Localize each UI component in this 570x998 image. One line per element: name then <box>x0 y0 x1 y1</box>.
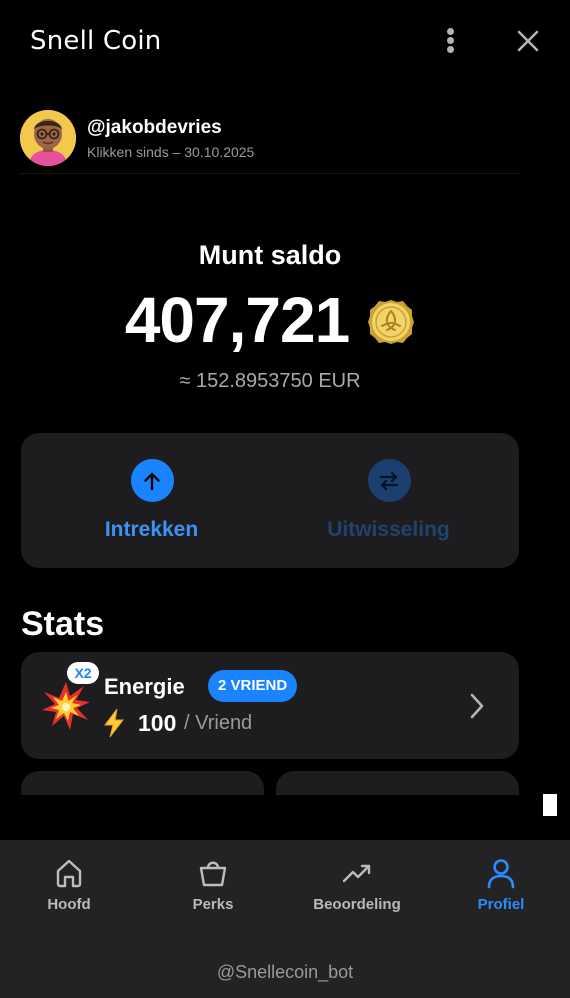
stats-title: Stats <box>21 605 105 643</box>
bottom-nav: Hoofd Perks Beoordeling Profiel @Snellec… <box>0 840 570 998</box>
avatar-image <box>20 110 76 166</box>
username: @jakobdevries <box>87 117 222 138</box>
dot <box>447 37 454 44</box>
stat-card-right[interactable] <box>276 771 519 795</box>
energy-card[interactable]: X2 Energie 2 VRIEND 100 / Vriend <box>21 652 519 759</box>
app-title: Snell Coin <box>30 26 162 56</box>
energy-title: Energie <box>104 674 185 699</box>
home-icon <box>56 859 82 888</box>
withdraw-label: Intrekken <box>104 518 199 541</box>
exchange-label: Uitwisseling <box>327 518 450 541</box>
dot <box>447 46 454 53</box>
profile-row: @jakobdevries Klikken sinds – 30.10.2025 <box>20 110 520 174</box>
exchange-arrows-icon <box>379 471 399 490</box>
close-icon <box>517 30 539 52</box>
app-header: Snell Coin <box>0 0 570 84</box>
member-since: Klikken sinds – 30.10.2025 <box>87 144 255 160</box>
collision-icon <box>42 682 90 730</box>
chevron-right-icon <box>470 693 484 719</box>
nav-item-ranking[interactable]: Beoordeling <box>286 840 428 940</box>
nav-label-home: Hoofd <box>47 896 91 913</box>
coin-icon <box>368 300 415 344</box>
more-options-button[interactable] <box>440 26 460 54</box>
eur-equivalent: ≈ 152.8953750 EUR <box>179 370 361 392</box>
bot-handle: @Snellecoin_bot <box>216 962 354 982</box>
friend-badge: 2 VRIEND <box>208 670 298 702</box>
nav-item-perks[interactable]: Perks <box>142 840 284 940</box>
close-button[interactable] <box>513 26 543 56</box>
trending-up-icon <box>342 864 371 883</box>
actions-card: Intrekken Uitwisseling <box>21 433 519 568</box>
nav-label-profile: Profiel <box>477 896 525 913</box>
multiplier-badge: X2 <box>67 662 99 684</box>
arrow-up-icon <box>144 472 160 490</box>
nav-item-profile[interactable]: Profiel <box>430 840 570 940</box>
energy-unit: / Vriend <box>184 712 253 734</box>
shopping-bag-icon <box>199 861 227 887</box>
nav-label-ranking: Beoordeling <box>313 896 401 913</box>
dot <box>447 28 454 35</box>
exchange-icon-circle <box>367 459 411 502</box>
balance-title: Munt saldo <box>198 240 342 270</box>
coin-balance: 407,721 <box>124 284 350 356</box>
nav-item-home[interactable]: Hoofd <box>0 840 140 940</box>
withdraw-button[interactable]: Intrekken <box>27 433 276 568</box>
balance-row: 407,721 <box>0 282 540 358</box>
nav-label-perks: Perks <box>192 896 234 913</box>
exchange-button[interactable]: Uitwisseling <box>264 433 513 568</box>
lightning-icon <box>104 708 125 738</box>
energy-amount: 100 <box>138 710 177 736</box>
avatar <box>20 110 76 166</box>
withdraw-icon-circle <box>130 459 174 502</box>
scrollbar-thumb[interactable] <box>543 794 557 816</box>
user-icon <box>487 859 515 889</box>
stat-card-left[interactable] <box>21 771 264 795</box>
